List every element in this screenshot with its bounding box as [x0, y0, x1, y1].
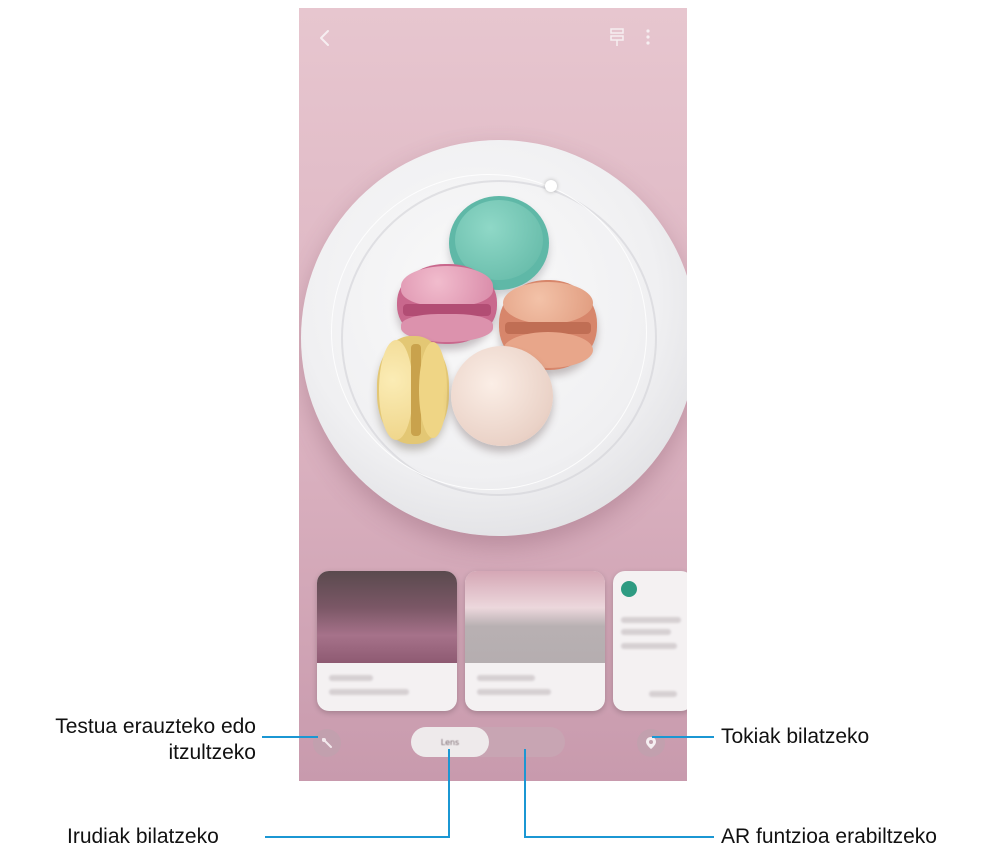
callout-images: Irudiak bilatzeko	[67, 825, 219, 848]
mode-switcher: Lens	[411, 727, 565, 757]
leader-line-ar-v	[524, 749, 526, 838]
leader-line-images-v	[448, 749, 450, 838]
more-options-button[interactable]	[641, 25, 655, 49]
result-card-image	[317, 571, 457, 663]
callout-ar: AR funtzioa erabiltzeko	[721, 825, 937, 848]
scan-focus-ring	[331, 174, 647, 490]
lens-mode-label: Lens	[440, 737, 460, 747]
result-card-image	[465, 571, 605, 663]
more-options-icon	[646, 29, 650, 45]
result-card[interactable]	[317, 571, 457, 711]
leader-line-images-h	[265, 836, 450, 838]
bixby-vision-icon	[610, 28, 624, 46]
leader-line-text-translate	[262, 736, 318, 738]
text-extract-icon	[322, 738, 332, 748]
back-icon	[320, 30, 329, 46]
location-pin-icon	[646, 737, 656, 749]
back-button[interactable]	[313, 26, 337, 50]
lens-mode-tab[interactable]: Lens	[411, 727, 489, 757]
leader-line-ar-h	[526, 836, 714, 838]
text-mode-button[interactable]	[313, 729, 341, 757]
phone-screen: Lens	[299, 8, 687, 781]
callout-text-translate-line2: itzultzeko	[168, 741, 256, 764]
callout-text-translate-line1: Testua erauzteko edo	[55, 715, 256, 738]
leader-line-places	[652, 736, 714, 738]
ar-mode-tab[interactable]	[491, 727, 565, 757]
places-mode-button[interactable]	[637, 729, 665, 757]
bixby-vision-button[interactable]	[606, 25, 628, 49]
callout-places: Tokiak bilatzeko	[721, 725, 870, 748]
result-card[interactable]	[613, 571, 687, 711]
scan-focus-handle[interactable]	[545, 180, 557, 192]
top-bar	[299, 8, 687, 64]
result-card[interactable]	[465, 571, 605, 711]
callout-text-translate: Testua erauzteko edo itzultzeko	[8, 714, 256, 766]
